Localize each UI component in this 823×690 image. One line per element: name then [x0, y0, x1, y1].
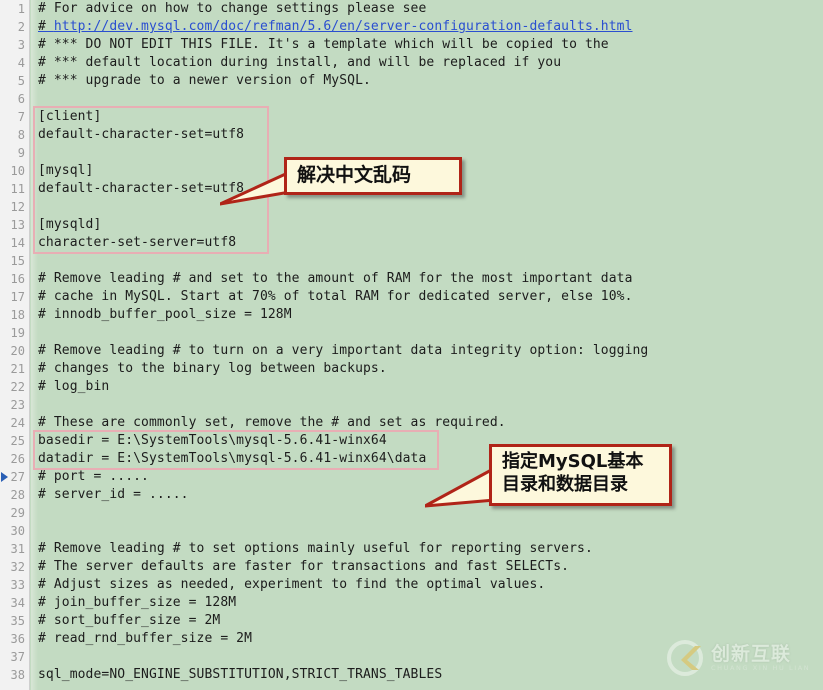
line-number: 13 — [10, 218, 25, 232]
line-number: 35 — [10, 614, 25, 628]
code-line[interactable]: [mysql] — [38, 162, 94, 180]
code-line[interactable]: # Remove leading # to set options mainly… — [38, 540, 593, 558]
code-line[interactable]: # Remove leading # and set to the amount… — [38, 270, 633, 288]
code-line[interactable]: default-character-set=utf8 — [38, 180, 244, 198]
code-line[interactable]: basedir = E:\SystemTools\mysql-5.6.41-wi… — [38, 432, 387, 450]
line-number: 25 — [10, 434, 25, 448]
mysql-docs-link[interactable]: http://dev.mysql.com/doc/refman/5.6/en/s… — [54, 19, 633, 34]
line-number: 14 — [10, 236, 25, 250]
line-number: 29 — [10, 506, 25, 520]
line-number: 32 — [10, 560, 25, 574]
comment-hash: # — [38, 19, 54, 34]
line-number: 2 — [17, 20, 25, 34]
code-line[interactable]: # read_rnd_buffer_size = 2M — [38, 630, 252, 648]
line-number: 37 — [10, 650, 25, 664]
line-number: 17 — [10, 290, 25, 304]
line-number: 26 — [10, 452, 25, 466]
line-number: 21 — [10, 362, 25, 376]
code-line[interactable]: # For advice on how to change settings p… — [38, 0, 426, 18]
line-number: 33 — [10, 578, 25, 592]
code-line[interactable]: sql_mode=NO_ENGINE_SUBSTITUTION,STRICT_T… — [38, 666, 442, 684]
cx-circle-logo-icon — [667, 640, 703, 676]
line-number: 34 — [10, 596, 25, 610]
line-number: 19 — [10, 326, 25, 340]
code-line[interactable]: # *** DO NOT EDIT THIS FILE. It's a temp… — [38, 36, 609, 54]
code-line[interactable]: # These are commonly set, remove the # a… — [38, 414, 506, 432]
watermark-subtitle: CHUANG XIN HU LIAN — [711, 663, 811, 672]
line-number: 4 — [17, 56, 25, 70]
code-line[interactable]: # server_id = ..... — [38, 486, 189, 504]
charset-callout: 解决中文乱码 — [284, 157, 462, 195]
code-line[interactable]: # *** upgrade to a newer version of MySQ… — [38, 72, 371, 90]
line-number: 1 — [17, 2, 25, 16]
code-line[interactable]: # cache in MySQL. Start at 70% of total … — [38, 288, 633, 306]
code-text-area[interactable]: # For advice on how to change settings p… — [38, 0, 823, 690]
line-number: 20 — [10, 344, 25, 358]
watermark-title: 创新互联 — [711, 642, 792, 665]
line-number: 15 — [10, 254, 25, 268]
code-line[interactable]: # Remove leading # to turn on a very imp… — [38, 342, 648, 360]
code-line[interactable]: character-set-server=utf8 — [38, 234, 236, 252]
code-line[interactable]: [client] — [38, 108, 101, 126]
bookmark-arrow-icon[interactable] — [1, 472, 8, 482]
line-number: 3 — [17, 38, 25, 52]
code-line[interactable]: # changes to the binary log between back… — [38, 360, 387, 378]
line-number: 5 — [17, 74, 25, 88]
code-line[interactable]: # log_bin — [38, 378, 109, 396]
gutter-separator — [31, 0, 38, 690]
code-line[interactable]: # port = ..... — [38, 468, 149, 486]
line-number: 22 — [10, 380, 25, 394]
line-number: 11 — [10, 182, 25, 196]
callout-text-line: 目录和数据目录 — [502, 473, 628, 495]
code-line[interactable]: # Adjust sizes as needed, experiment to … — [38, 576, 545, 594]
directory-callout: 指定MySQL基本 目录和数据目录 — [489, 444, 672, 506]
line-number: 6 — [17, 92, 25, 106]
watermark-text: 创新互联 CHUANG XIN HU LIAN — [711, 644, 810, 673]
code-line[interactable]: [mysqld] — [38, 216, 101, 234]
line-number: 9 — [17, 146, 25, 160]
line-number: 28 — [10, 488, 25, 502]
code-line[interactable]: # sort_buffer_size = 2M — [38, 612, 220, 630]
line-number: 38 — [10, 668, 25, 682]
line-number: 8 — [17, 128, 25, 142]
code-editor-view: 1 2 3 4 5 6 7 8 9 10 11 12 13 14 15 16 17 18 19 20 21 22 23 24 2… — [0, 0, 823, 690]
line-number-gutter[interactable]: 1 2 3 4 5 6 7 8 9 10 11 12 13 14 15 16 17 18 19 20 21 22 23 24 2… — [0, 0, 30, 690]
code-line[interactable]: # join_buffer_size = 128M — [38, 594, 236, 612]
callout-text-line: 解决中文乱码 — [297, 164, 412, 186]
line-number: 16 — [10, 272, 25, 286]
line-number: 18 — [10, 308, 25, 322]
code-line[interactable]: datadir = E:\SystemTools\mysql-5.6.41-wi… — [38, 450, 426, 468]
line-number: 36 — [10, 632, 25, 646]
code-line[interactable]: # innodb_buffer_pool_size = 128M — [38, 306, 292, 324]
line-number: 30 — [10, 524, 25, 538]
code-line[interactable]: # http://dev.mysql.com/doc/refman/5.6/en… — [38, 18, 633, 36]
line-number: 10 — [10, 164, 25, 178]
line-number: 24 — [10, 416, 25, 430]
line-number: 7 — [17, 110, 25, 124]
line-number: 23 — [10, 398, 25, 412]
line-number: 31 — [10, 542, 25, 556]
watermark: 创新互联 CHUANG XIN HU LIAN — [665, 634, 813, 682]
line-number: 12 — [10, 200, 25, 214]
code-line[interactable]: # *** default location during install, a… — [38, 54, 561, 72]
code-line[interactable]: # The server defaults are faster for tra… — [38, 558, 569, 576]
code-line[interactable]: default-character-set=utf8 — [38, 126, 244, 144]
callout-text-line: 指定MySQL基本 — [502, 451, 644, 472]
